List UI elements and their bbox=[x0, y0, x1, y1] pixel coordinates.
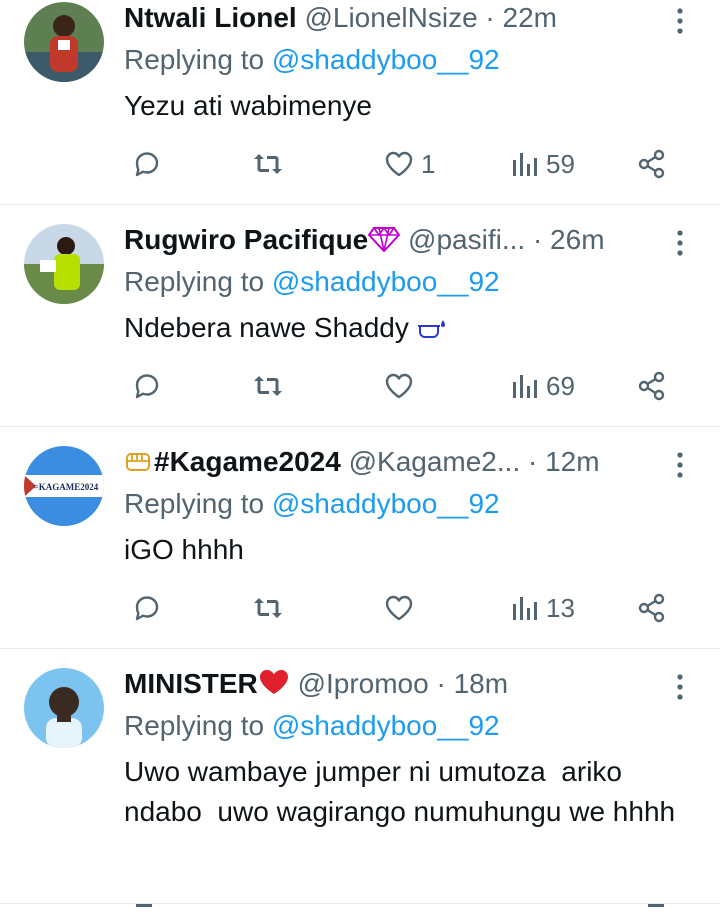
avatar-label: =KAGAME2024 bbox=[34, 482, 99, 492]
more-icon[interactable] bbox=[670, 6, 690, 36]
share-icon bbox=[638, 149, 665, 179]
reply-icon bbox=[135, 152, 159, 177]
action-bar: 1 59 bbox=[0, 142, 720, 186]
views-icon bbox=[513, 153, 537, 176]
views-icon bbox=[513, 375, 537, 398]
mention-link[interactable]: @shaddyboo__92 bbox=[272, 44, 500, 75]
timestamp[interactable]: · 22m bbox=[485, 2, 557, 33]
tweet-text: iGO hhhh bbox=[124, 534, 244, 565]
timestamp[interactable]: · 12m bbox=[528, 446, 600, 477]
timestamp[interactable]: · 18m bbox=[436, 668, 508, 699]
like-button[interactable]: 1 bbox=[383, 142, 435, 186]
reply-button[interactable] bbox=[131, 586, 163, 630]
tweet-header: MINISTER @Ipromoo · 18m bbox=[124, 666, 660, 702]
reply-tweet[interactable]: Ntwali Lionel @LionelNsize · 22m Replyin… bbox=[0, 0, 720, 205]
heart-icon bbox=[385, 595, 413, 621]
retweet-icon bbox=[254, 376, 282, 396]
gem-emoji bbox=[367, 225, 401, 258]
next-tweet-edge bbox=[0, 894, 720, 907]
more-icon[interactable] bbox=[670, 672, 690, 702]
heart-icon bbox=[385, 151, 413, 177]
like-count: 1 bbox=[421, 148, 436, 179]
views-icon bbox=[513, 597, 537, 620]
more-icon[interactable] bbox=[670, 450, 690, 480]
tweet-text: Yezu ati wabimenye bbox=[124, 90, 373, 121]
reply-tweet[interactable]: =KAGAME2024 #Kagame2024 @Kagame2... · 12… bbox=[0, 428, 720, 649]
replying-to: Replying to @shaddyboo__92 bbox=[124, 42, 500, 78]
avatar[interactable] bbox=[24, 224, 104, 304]
display-name[interactable]: Rugwiro Pacifique bbox=[124, 224, 368, 255]
fist-emoji bbox=[124, 447, 154, 480]
display-name[interactable]: MINISTER bbox=[124, 668, 258, 699]
retweet-button[interactable] bbox=[251, 142, 285, 186]
mention-link[interactable]: @shaddyboo__92 bbox=[272, 488, 500, 519]
reply-icon bbox=[135, 374, 159, 399]
action-bar: 69 bbox=[0, 364, 720, 408]
tweet-header: Rugwiro Pacifique @pasifi... · 26m bbox=[124, 222, 660, 258]
user-handle[interactable]: @Ipromoo bbox=[298, 668, 429, 699]
display-name[interactable]: Ntwali Lionel bbox=[124, 2, 297, 33]
replying-to: Replying to @shaddyboo__92 bbox=[124, 264, 500, 300]
avatar[interactable] bbox=[24, 668, 104, 748]
share-icon bbox=[638, 371, 665, 401]
views-button[interactable]: 59 bbox=[512, 142, 575, 186]
reply-button[interactable] bbox=[131, 364, 163, 408]
like-button[interactable] bbox=[383, 586, 415, 630]
timestamp[interactable]: · 26m bbox=[533, 224, 605, 255]
share-button[interactable] bbox=[636, 364, 668, 408]
view-count: 13 bbox=[546, 592, 575, 623]
retweet-icon bbox=[254, 154, 282, 174]
tweet-text: Uwo wambaye jumper ni umutoza ariko ndab… bbox=[124, 756, 676, 827]
reply-button[interactable] bbox=[131, 142, 163, 186]
reply-icon bbox=[135, 596, 159, 621]
views-button[interactable]: 69 bbox=[512, 364, 575, 408]
bathtub-emoji bbox=[417, 311, 447, 351]
more-icon[interactable] bbox=[670, 228, 690, 258]
reply-tweet[interactable]: MINISTER @Ipromoo · 18m Replying to @sha… bbox=[0, 650, 720, 894]
tweet-text-row: Ndebera nawe Shaddy bbox=[124, 308, 680, 351]
user-handle[interactable]: @pasifi... bbox=[408, 224, 525, 255]
replying-to: Replying to @shaddyboo__92 bbox=[124, 486, 500, 522]
share-button[interactable] bbox=[636, 142, 668, 186]
view-count: 69 bbox=[546, 370, 575, 401]
share-icon bbox=[638, 593, 665, 623]
views-button[interactable]: 13 bbox=[512, 586, 575, 630]
action-bar: 13 bbox=[0, 586, 720, 630]
avatar[interactable] bbox=[24, 2, 104, 82]
avatar[interactable]: =KAGAME2024 bbox=[24, 446, 104, 526]
retweet-button[interactable] bbox=[251, 586, 285, 630]
heart-emoji bbox=[258, 668, 290, 702]
heart-icon bbox=[385, 373, 413, 399]
replying-label: Replying to bbox=[124, 710, 265, 741]
view-count: 59 bbox=[546, 148, 575, 179]
replying-label: Replying to bbox=[124, 44, 265, 75]
mention-link[interactable]: @shaddyboo__92 bbox=[272, 266, 500, 297]
reply-tweet[interactable]: Rugwiro Pacifique @pasifi... · 26m Reply… bbox=[0, 206, 720, 427]
like-button[interactable] bbox=[383, 364, 415, 408]
retweet-button[interactable] bbox=[251, 364, 285, 408]
tweet-header: #Kagame2024 @Kagame2... · 12m bbox=[124, 444, 660, 480]
share-button[interactable] bbox=[636, 586, 668, 630]
user-handle[interactable]: @LionelNsize bbox=[304, 2, 477, 33]
tweet-header: Ntwali Lionel @LionelNsize · 22m bbox=[124, 0, 660, 36]
mention-link[interactable]: @shaddyboo__92 bbox=[272, 710, 500, 741]
retweet-icon bbox=[254, 598, 282, 618]
tweet-text: Ndebera nawe Shaddy bbox=[124, 312, 409, 343]
user-handle[interactable]: @Kagame2... bbox=[349, 446, 521, 477]
replying-label: Replying to bbox=[124, 488, 265, 519]
replying-label: Replying to bbox=[124, 266, 265, 297]
replying-to: Replying to @shaddyboo__92 bbox=[124, 708, 500, 744]
display-name[interactable]: #Kagame2024 bbox=[154, 446, 341, 477]
